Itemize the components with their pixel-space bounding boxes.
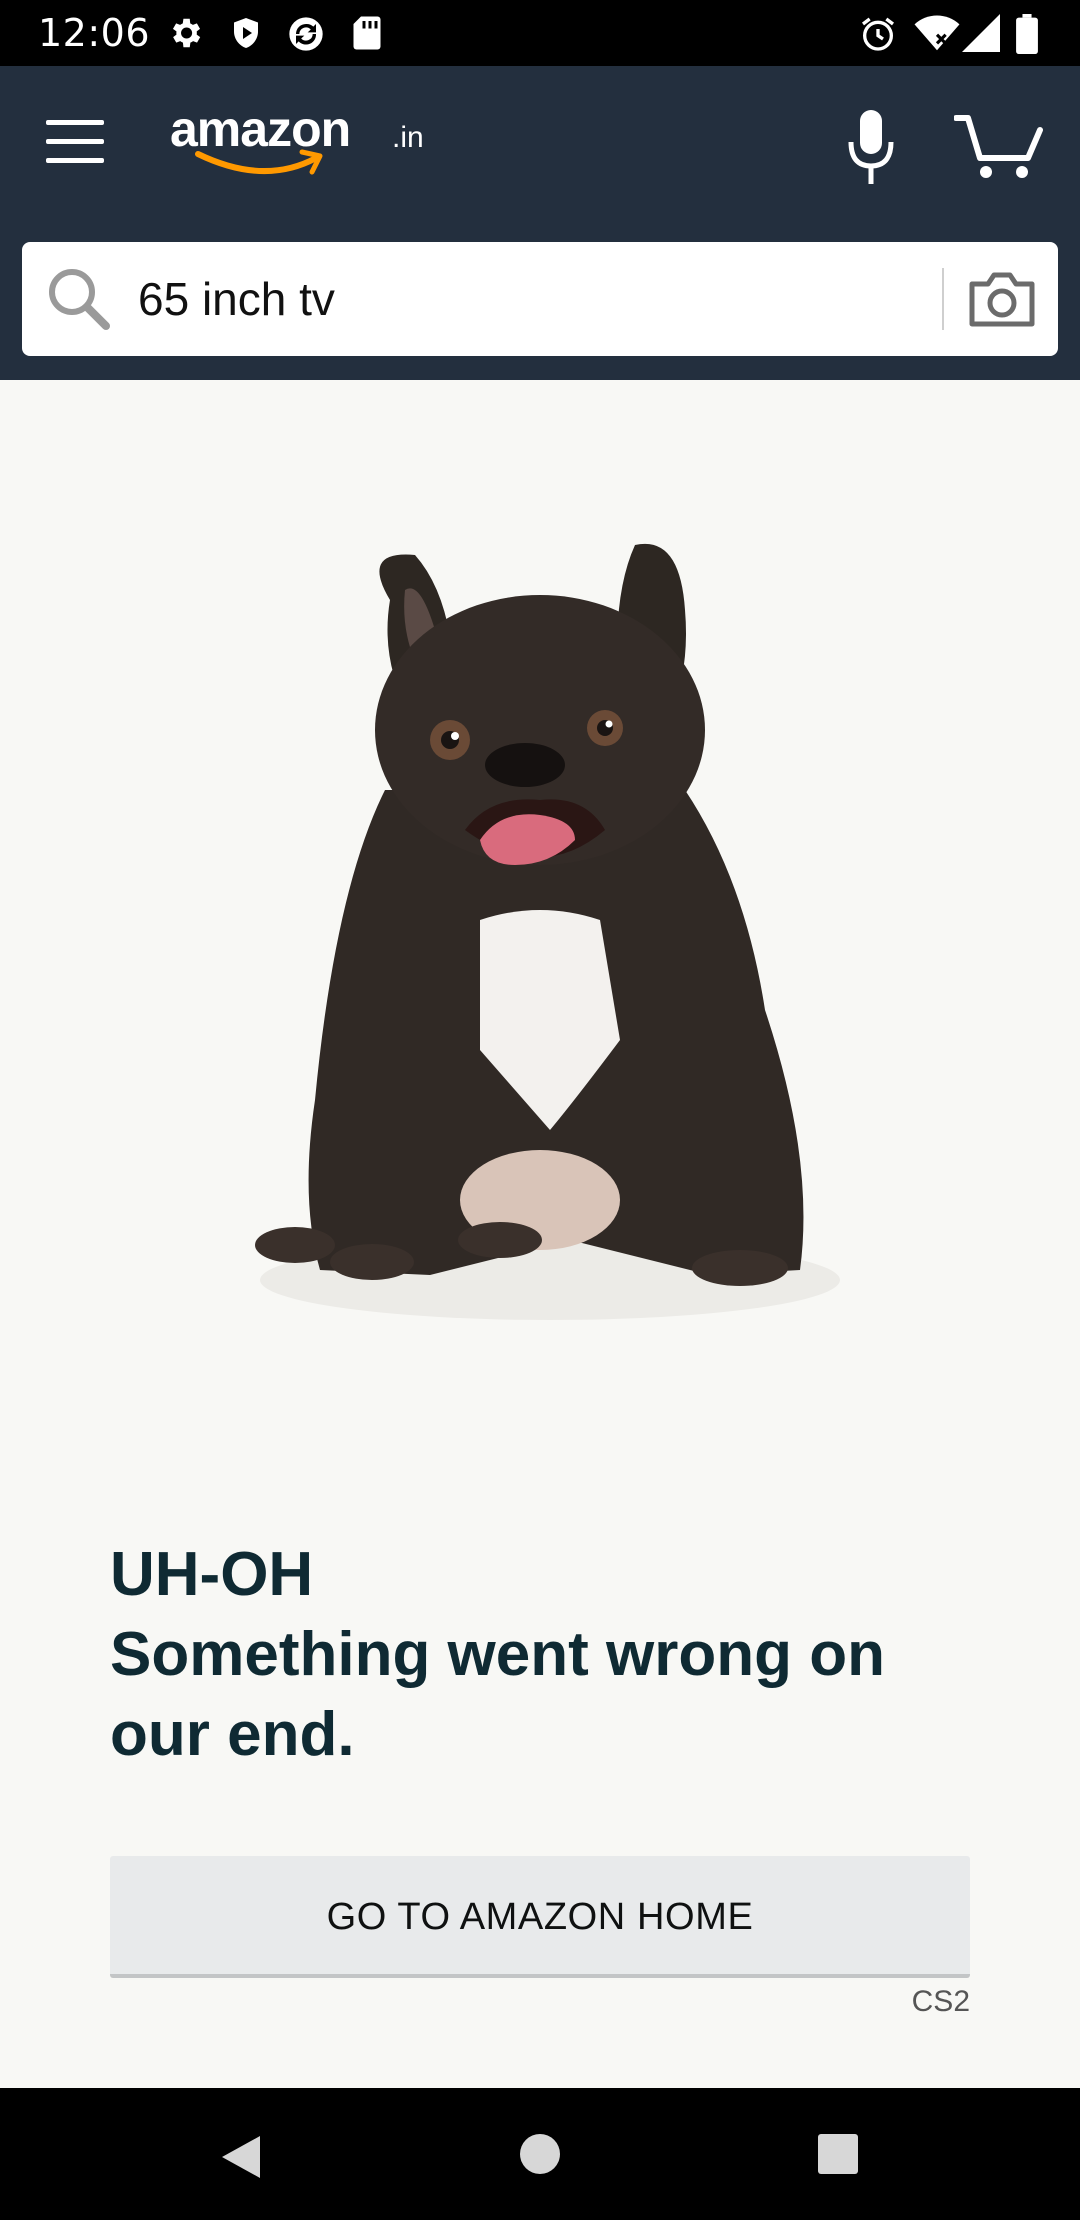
sd-card-icon [353, 16, 381, 50]
logo-tld: .in [392, 121, 424, 154]
search-input[interactable] [138, 264, 928, 334]
search-bar [22, 242, 1058, 356]
settings-icon [172, 18, 201, 48]
search-icon[interactable] [46, 266, 112, 332]
error-subheading: Something went wrong on our end. [110, 1620, 885, 1769]
cart-icon[interactable] [954, 112, 1044, 182]
amazon-logo[interactable]: amazon .in [170, 96, 430, 186]
home-icon[interactable] [518, 2132, 562, 2176]
back-icon[interactable] [218, 2132, 264, 2182]
dog-illustration [255, 543, 840, 1320]
menu-button[interactable] [46, 120, 108, 168]
battery-icon [1016, 14, 1038, 54]
status-time: 12:06 [38, 11, 151, 55]
signal-icon [962, 14, 1000, 52]
alarm-icon [862, 17, 894, 51]
sync-icon [289, 17, 323, 51]
shield-icon [234, 18, 258, 48]
wifi-icon [914, 15, 960, 51]
error-code: CS2 [911, 1985, 970, 2018]
status-bar: 12:06 [0, 0, 1080, 66]
navigation-bar [0, 2088, 1080, 2220]
recents-icon[interactable] [816, 2132, 860, 2176]
microphone-icon[interactable] [846, 110, 896, 186]
camera-icon[interactable] [966, 270, 1038, 330]
smile-arrow-icon [195, 149, 323, 175]
app-header: amazon .in [0, 66, 1080, 380]
error-message: UH-OH Something went wrong on our end. [110, 1535, 990, 1775]
go-to-amazon-home-button[interactable]: GO TO AMAZON HOME [110, 1856, 970, 1978]
error-heading: UH-OH [110, 1540, 314, 1609]
search-divider [942, 268, 944, 330]
